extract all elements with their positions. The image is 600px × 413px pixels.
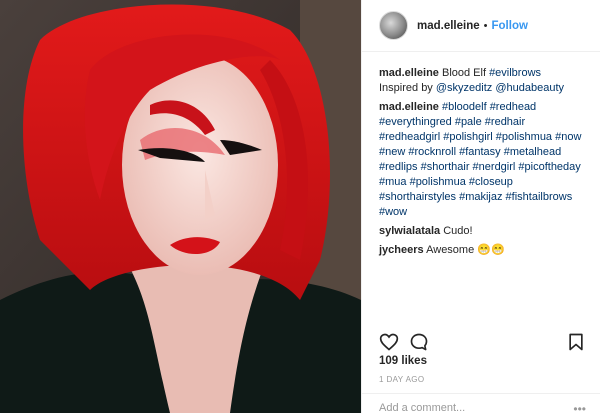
list-item: sylwialatala Cudo! bbox=[379, 224, 586, 239]
bookmark-icon[interactable] bbox=[566, 332, 586, 352]
likes-count[interactable]: 109 likes bbox=[379, 355, 427, 367]
comment-list: mad.elleine Blood Elf #evilbrows Inspire… bbox=[362, 52, 600, 318]
post-sidebar: mad.elleine • Follow mad.elleine Blood E… bbox=[361, 0, 600, 413]
add-comment-input[interactable] bbox=[379, 402, 574, 413]
comment-username[interactable]: sylwialatala bbox=[379, 225, 440, 237]
comment-text: Cudo! bbox=[440, 225, 473, 237]
post-header: mad.elleine • Follow bbox=[362, 0, 600, 52]
follow-button[interactable]: Follow bbox=[492, 20, 528, 32]
caption-comment: mad.elleine Blood Elf #evilbrows Inspire… bbox=[379, 66, 586, 96]
post-photo[interactable] bbox=[0, 0, 361, 413]
mention-link[interactable]: @hudabeauty bbox=[495, 82, 564, 94]
comment-username[interactable]: jycheers bbox=[379, 244, 424, 256]
mention-link[interactable]: @skyzeditz bbox=[436, 82, 492, 94]
header-username[interactable]: mad.elleine bbox=[417, 20, 480, 32]
post-photo-image bbox=[0, 0, 361, 413]
header-separator: • bbox=[483, 19, 488, 32]
post-timestamp[interactable]: 1 DAY AGO bbox=[379, 375, 425, 384]
heart-icon[interactable] bbox=[379, 332, 399, 352]
more-options-button[interactable]: ••• bbox=[573, 402, 586, 413]
list-item: jycheers Awesome 😁😁 bbox=[379, 243, 586, 258]
comment-text: Awesome 😁😁 bbox=[423, 244, 505, 256]
comment-text: Blood Elf bbox=[438, 67, 490, 79]
comment-username[interactable]: mad.elleine bbox=[379, 67, 439, 79]
comment-bubble-icon[interactable] bbox=[409, 332, 429, 352]
add-comment-bar: ••• bbox=[362, 393, 600, 413]
avatar[interactable] bbox=[379, 11, 408, 40]
hashtag-links[interactable]: #bloodelf #redhead #everythingred #pale … bbox=[379, 101, 581, 218]
hashtag-link[interactable]: #evilbrows bbox=[489, 67, 541, 79]
comment-username[interactable]: mad.elleine bbox=[379, 101, 439, 113]
hashtags-comment: mad.elleine #bloodelf #redhead #everythi… bbox=[379, 100, 586, 220]
action-bar bbox=[379, 330, 586, 354]
comment-text: Inspired by bbox=[379, 82, 436, 94]
